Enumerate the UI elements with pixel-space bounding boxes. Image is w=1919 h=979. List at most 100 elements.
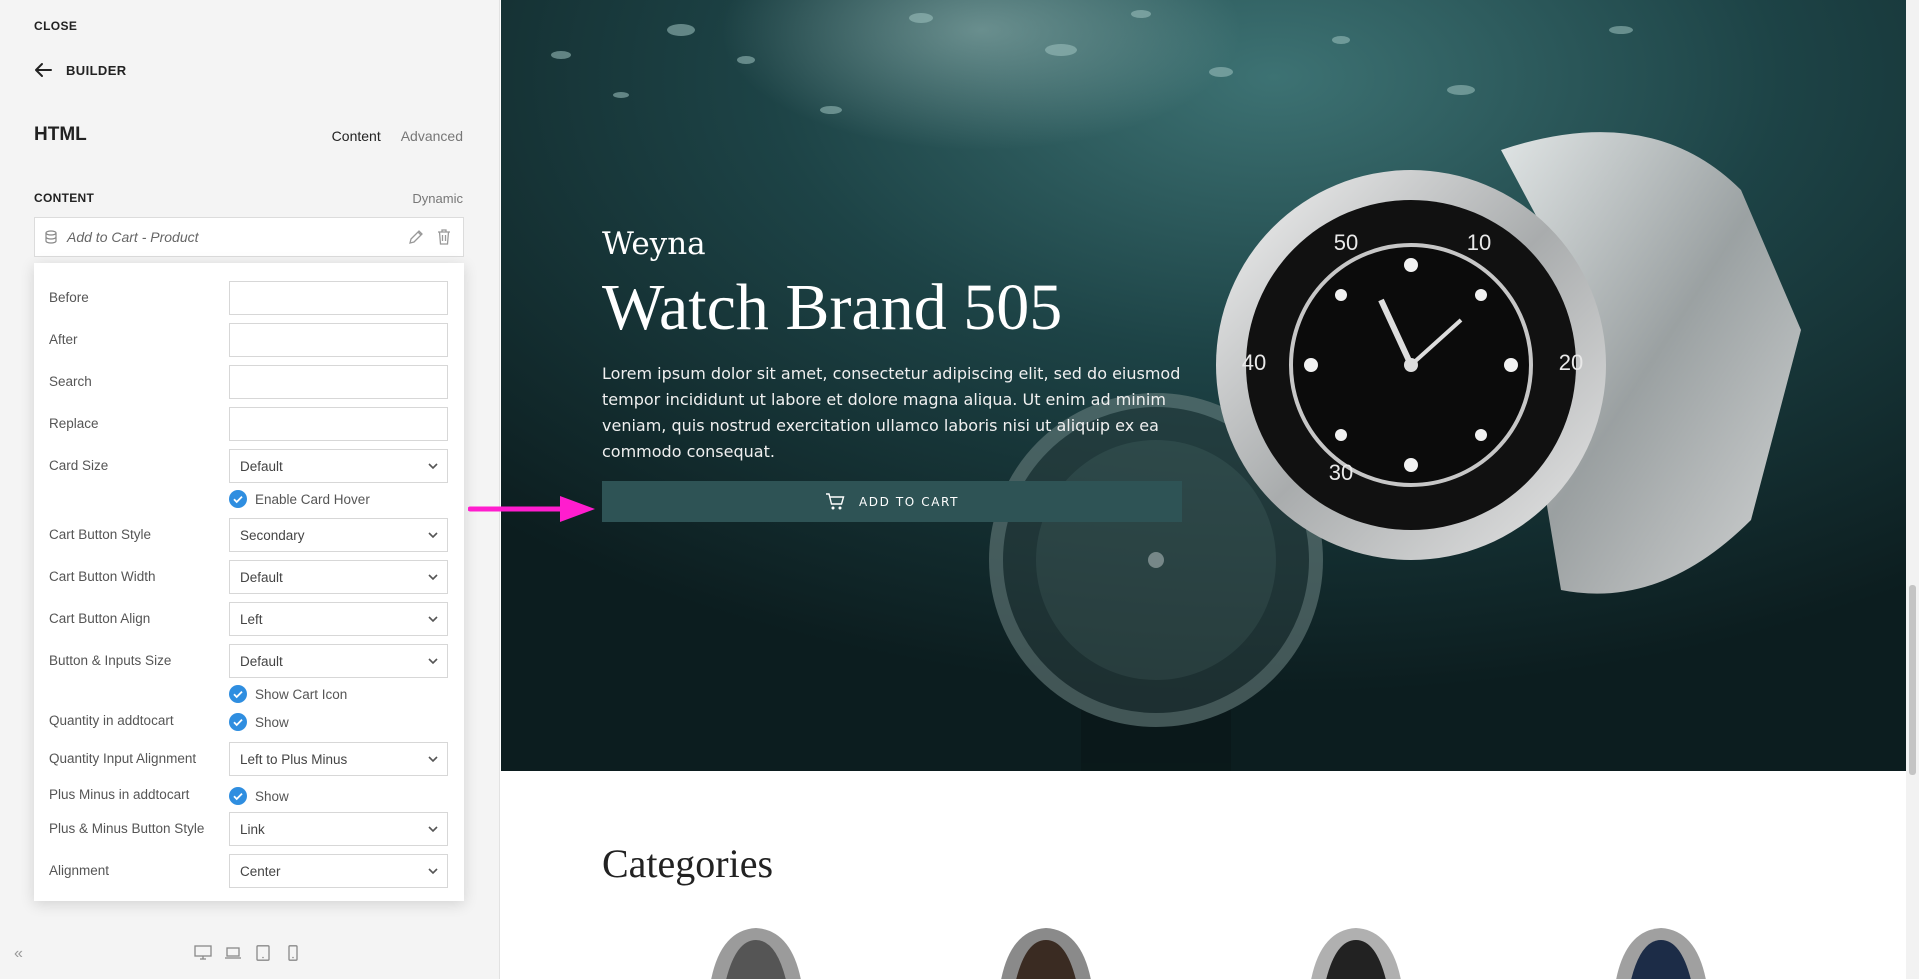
cart-button-style-row: Cart Button Style Secondary (34, 518, 464, 552)
after-row: After (34, 323, 464, 357)
cart-button-style-value: Secondary (240, 528, 305, 543)
replace-row: Replace (34, 407, 464, 441)
settings-popover: Before After Search Replace Card Size De… (34, 263, 464, 901)
dynamic-tag[interactable]: Add to Cart - Product (34, 217, 464, 257)
search-label: Search (49, 374, 92, 389)
trash-icon[interactable] (435, 228, 453, 246)
alignment-row: Alignment Center (34, 854, 464, 888)
alignment-value: Center (240, 864, 281, 879)
plus-minus-in-addtocart-check-label: Show (255, 788, 289, 804)
tablet-icon[interactable] (254, 945, 272, 961)
double-chevron-left-icon[interactable]: « (14, 945, 23, 963)
device-bar: « (0, 930, 500, 979)
quantity-input-alignment-row: Quantity Input Alignment Left to Plus Mi… (34, 742, 464, 776)
enable-card-hover-label: Enable Card Hover (255, 491, 370, 507)
annotation-arrow-icon (468, 496, 595, 522)
before-row: Before (34, 281, 464, 315)
svg-text:10: 10 (1467, 230, 1491, 255)
cart-button-style-label: Cart Button Style (49, 527, 152, 542)
brand-name: Weyna (602, 226, 706, 262)
add-to-cart-label: ADD TO CART (858, 494, 960, 509)
plus-minus-button-style-value: Link (240, 822, 265, 837)
search-input[interactable] (229, 365, 448, 399)
mobile-icon[interactable] (284, 945, 302, 961)
cart-button-width-row: Cart Button Width Default (34, 560, 464, 594)
card-size-select[interactable]: Default (229, 449, 448, 483)
chevron-down-icon (428, 532, 438, 539)
button-inputs-size-value: Default (240, 654, 283, 669)
add-to-cart-button[interactable]: ADD TO CART (602, 481, 1182, 522)
plus-minus-in-addtocart-row: Plus Minus in addtocart Show (34, 778, 464, 805)
quantity-in-addtocart-row: Quantity in addtocart Show (34, 704, 464, 731)
product-description: Lorem ipsum dolor sit amet, consectetur … (602, 364, 1181, 461)
scrollbar-thumb[interactable] (1909, 585, 1916, 775)
quantity-input-alignment-value: Left to Plus Minus (240, 752, 348, 767)
category-watch-image[interactable] (1586, 920, 1736, 979)
show-cart-icon-checkbox[interactable]: Show Cart Icon (229, 685, 347, 703)
check-circle-icon (229, 787, 247, 805)
tab-content[interactable]: Content (332, 128, 381, 144)
laptop-icon[interactable] (224, 945, 242, 961)
plus-minus-button-style-select[interactable]: Link (229, 812, 448, 846)
svg-text:40: 40 (1242, 350, 1266, 375)
search-row: Search (34, 365, 464, 399)
close-link[interactable]: CLOSE (34, 19, 77, 33)
before-input[interactable] (229, 281, 448, 315)
cart-button-align-select[interactable]: Left (229, 602, 448, 636)
chevron-down-icon (428, 756, 438, 763)
svg-text:30: 30 (1329, 460, 1353, 485)
chevron-down-icon (428, 658, 438, 665)
page-scrollbar[interactable] (1906, 0, 1919, 979)
card-size-label: Card Size (49, 458, 109, 473)
categories-heading: Categories (602, 841, 774, 886)
check-circle-icon (229, 713, 247, 731)
svg-text:20: 20 (1559, 350, 1583, 375)
alignment-label: Alignment (49, 863, 110, 878)
quantity-input-alignment-select[interactable]: Left to Plus Minus (229, 742, 448, 776)
page-preview: 50 10 40 20 30 Weyna Watch Brand 505 Lorem… (501, 0, 1906, 979)
section-label: CONTENT (34, 191, 95, 205)
card-size-row: Card Size Default (34, 449, 464, 483)
back-to-builder-button[interactable]: BUILDER (34, 62, 127, 78)
cart-button-width-label: Cart Button Width (49, 569, 156, 584)
chevron-down-icon (428, 463, 438, 470)
desktop-icon[interactable] (194, 945, 212, 961)
chevron-down-icon (428, 826, 438, 833)
element-title: HTML (34, 124, 87, 145)
plus-minus-button-style-label: Plus & Minus Button Style (49, 821, 205, 836)
pencil-icon[interactable] (407, 228, 425, 246)
replace-input[interactable] (229, 407, 448, 441)
alignment-select[interactable]: Center (229, 854, 448, 888)
plus-minus-in-addtocart-checkbox[interactable]: Show (229, 787, 289, 805)
database-icon (45, 230, 57, 244)
button-inputs-size-row: Button & Inputs Size Default (34, 644, 464, 678)
arrow-left-icon (35, 63, 52, 77)
svg-text:50: 50 (1334, 230, 1358, 255)
product-title: Watch Brand 505 (602, 271, 1063, 344)
card-size-value: Default (240, 459, 283, 474)
chevron-down-icon (428, 868, 438, 875)
button-inputs-size-label: Button & Inputs Size (49, 653, 172, 668)
builder-panel: CLOSE BUILDER HTML Content Advanced CONT… (0, 0, 500, 979)
quantity-in-addtocart-label: Quantity in addtocart (49, 713, 174, 728)
cart-button-width-select[interactable]: Default (229, 560, 448, 594)
enable-card-hover-checkbox[interactable]: Enable Card Hover (229, 490, 370, 508)
check-circle-icon (229, 490, 247, 508)
category-watch-image[interactable] (1281, 920, 1431, 979)
after-input[interactable] (229, 323, 448, 357)
cart-button-align-row: Cart Button Align Left (34, 602, 464, 636)
button-inputs-size-select[interactable]: Default (229, 644, 448, 678)
cart-button-align-label: Cart Button Align (49, 611, 151, 626)
cart-button-align-value: Left (240, 612, 263, 627)
cart-button-style-select[interactable]: Secondary (229, 518, 448, 552)
dynamic-link[interactable]: Dynamic (412, 191, 463, 206)
replace-label: Replace (49, 416, 99, 431)
back-label: BUILDER (66, 62, 127, 78)
plus-minus-button-style-row: Plus & Minus Button Style Link (34, 812, 464, 846)
quantity-in-addtocart-checkbox[interactable]: Show (229, 713, 289, 731)
category-watch-image[interactable] (971, 920, 1121, 979)
tab-advanced[interactable]: Advanced (401, 128, 463, 144)
category-watch-image[interactable] (681, 920, 831, 979)
quantity-input-alignment-label: Quantity Input Alignment (49, 751, 197, 766)
cart-icon (825, 492, 845, 509)
